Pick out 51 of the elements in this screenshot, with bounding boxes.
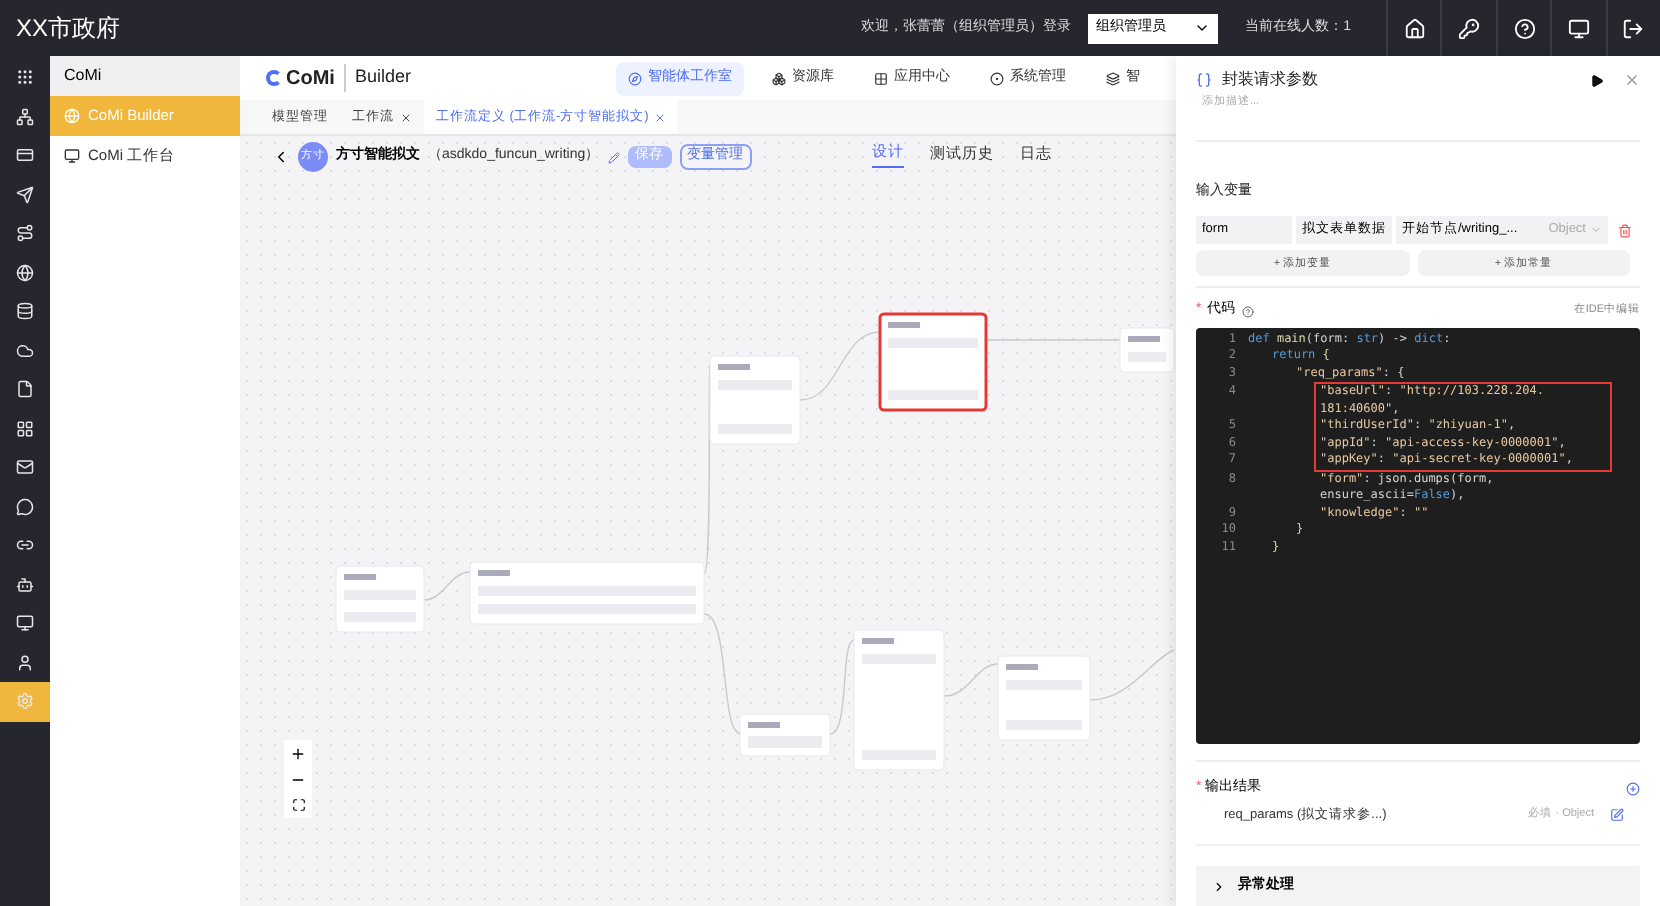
delete-icon[interactable]	[1618, 223, 1632, 238]
fit-icon	[291, 798, 305, 812]
workflow-node[interactable]	[878, 312, 988, 412]
key-icon	[1458, 17, 1481, 39]
plus-icon	[290, 745, 306, 761]
code-node-icon	[1196, 72, 1212, 88]
sidebar-title: CoMi	[50, 56, 240, 96]
monitor-icon	[16, 614, 34, 633]
boxes-icon	[772, 71, 786, 85]
user-icon	[16, 653, 34, 672]
globe-icon	[16, 263, 34, 282]
logo-text: CoMi	[286, 65, 335, 93]
send-icon	[16, 185, 34, 204]
file-icon	[16, 380, 34, 399]
add-icon[interactable]	[1626, 781, 1640, 796]
globe-icon	[64, 108, 80, 124]
monitor-icon	[64, 148, 80, 164]
compass-icon	[628, 71, 642, 85]
cloud-icon	[16, 341, 34, 360]
code-editor[interactable]	[1196, 327, 1640, 745]
database-icon	[16, 302, 34, 321]
link-icon	[16, 536, 34, 555]
logo-icon	[266, 70, 282, 86]
product-name: Builder	[344, 64, 411, 92]
apps-icon	[16, 419, 34, 438]
mail-icon	[16, 458, 34, 477]
apps-icon	[874, 71, 888, 85]
pencil-icon[interactable]	[607, 151, 620, 163]
grip-icon	[16, 68, 34, 87]
help-icon[interactable]	[1241, 305, 1254, 317]
robot-icon	[16, 575, 34, 594]
settings-icon	[16, 692, 34, 711]
close-icon[interactable]	[400, 111, 412, 123]
chevron-icon	[1590, 224, 1602, 237]
close-icon[interactable]	[654, 111, 667, 123]
card-icon	[16, 146, 34, 165]
layers-icon	[1106, 71, 1120, 85]
logout-icon	[1622, 17, 1645, 39]
edit-icon[interactable]	[1610, 807, 1624, 822]
back-icon[interactable]	[272, 148, 290, 166]
site-title: XX市政府	[14, 12, 123, 46]
chevron-icon	[1193, 20, 1210, 36]
chat-icon	[16, 497, 34, 516]
monitor-icon	[1567, 17, 1590, 39]
hierarchy-icon	[16, 107, 34, 126]
run-icon[interactable]	[1590, 73, 1604, 87]
panel-title: 封装请求参数	[1222, 68, 1320, 92]
chevron-icon	[1212, 879, 1226, 894]
help-icon	[1513, 17, 1536, 39]
route-icon	[16, 224, 34, 243]
home-icon	[1403, 17, 1426, 39]
